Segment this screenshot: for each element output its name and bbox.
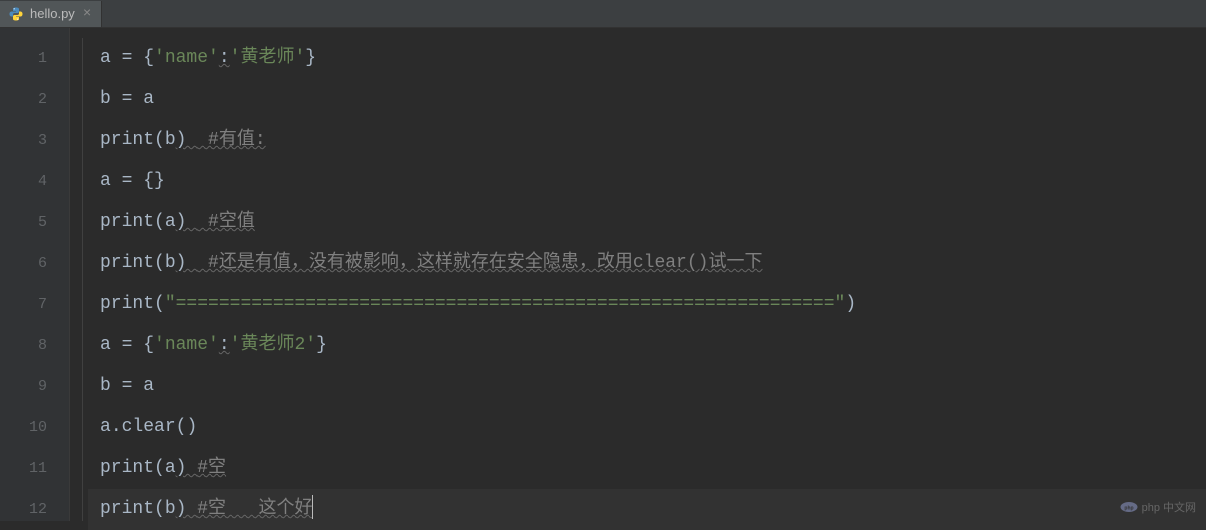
code-area[interactable]: a = {'name':'黄老师'} b = a print(b) #有值: a…: [70, 28, 1206, 521]
line-number: 5: [0, 202, 69, 243]
line-number: 4: [0, 161, 69, 202]
code-line-7[interactable]: print("=================================…: [88, 284, 1206, 325]
line-number: 2: [0, 79, 69, 120]
line-number: 6: [0, 243, 69, 284]
text-cursor: [312, 495, 313, 519]
code-line-1[interactable]: a = {'name':'黄老师'}: [88, 38, 1206, 79]
code-line-6[interactable]: print(b) #还是有值，没有被影响，这样就存在安全隐患，改用clear()…: [88, 243, 1206, 284]
line-number: 8: [0, 325, 69, 366]
line-number: 10: [0, 407, 69, 448]
line-gutter: 1 2 3 4 5 6 7 8 9 10 11 12: [0, 28, 70, 521]
code-line-12[interactable]: print(b) #空 这个好: [88, 489, 1206, 530]
code-line-4[interactable]: a = {}: [88, 161, 1206, 202]
line-number: 9: [0, 366, 69, 407]
line-number: 3: [0, 120, 69, 161]
tab-bar: hello.py ×: [0, 0, 1206, 28]
code-line-8[interactable]: a = {'name':'黄老师2'}: [88, 325, 1206, 366]
watermark-text: php 中文网: [1142, 499, 1196, 515]
line-number: 12: [0, 489, 69, 530]
code-line-11[interactable]: print(a) #空: [88, 448, 1206, 489]
php-logo-icon: php: [1120, 501, 1138, 513]
line-number: 7: [0, 284, 69, 325]
file-tab[interactable]: hello.py ×: [0, 1, 102, 27]
indent-guide: [82, 38, 83, 521]
code-line-2[interactable]: b = a: [88, 79, 1206, 120]
watermark: php php 中文网: [1120, 499, 1196, 515]
python-file-icon: [8, 6, 24, 22]
code-line-5[interactable]: print(a) #空值: [88, 202, 1206, 243]
tab-filename: hello.py: [30, 6, 75, 21]
code-line-9[interactable]: b = a: [88, 366, 1206, 407]
tab-close-icon[interactable]: ×: [81, 6, 93, 22]
code-editor: 1 2 3 4 5 6 7 8 9 10 11 12 a = {'name':'…: [0, 28, 1206, 521]
code-line-3[interactable]: print(b) #有值:: [88, 120, 1206, 161]
line-number: 1: [0, 38, 69, 79]
line-number: 11: [0, 448, 69, 489]
code-line-10[interactable]: a.clear(): [88, 407, 1206, 448]
svg-text:php: php: [1124, 506, 1133, 512]
